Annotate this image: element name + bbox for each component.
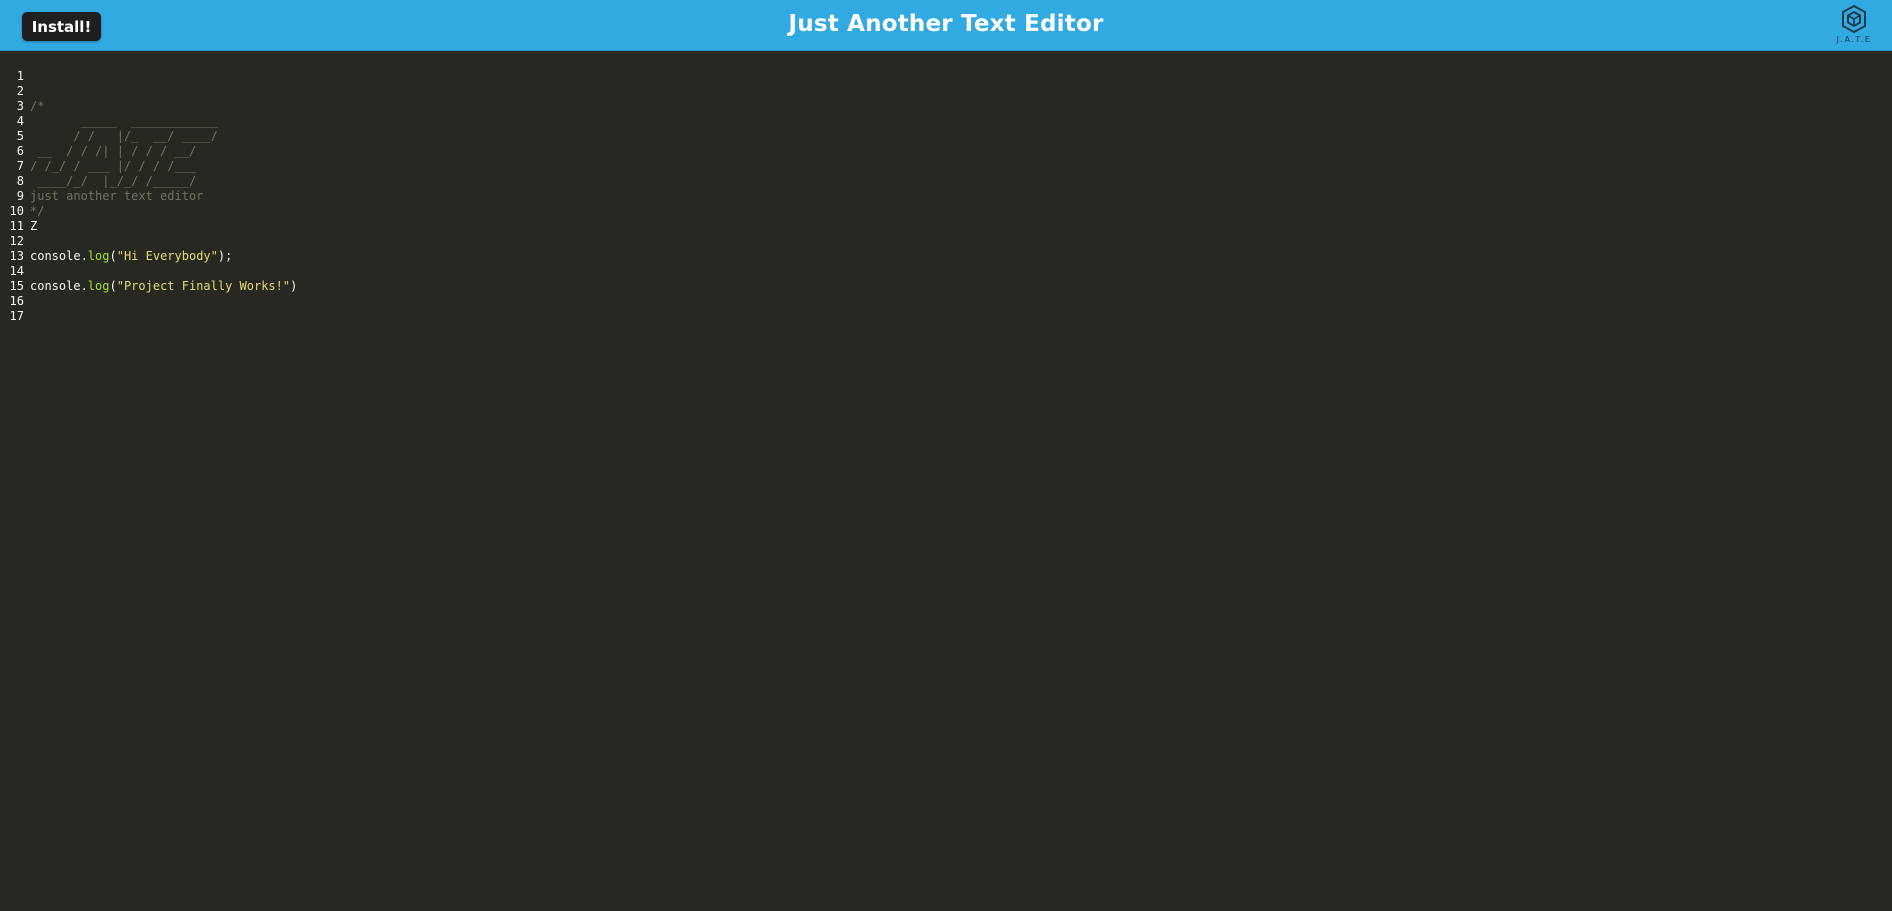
code-comment: */ <box>30 204 45 218</box>
code-editor[interactable]: 1 2 /* 3 _____ ____________ 4 / / |/_ __… <box>0 51 1892 911</box>
code-line: 8 just another text editor <box>0 159 204 203</box>
code-line: 6 / /_/ / ___ |/ / / /___ <box>0 129 196 173</box>
code-paren: ( <box>109 249 117 263</box>
code-comment: / /_/ / ___ |/ / / /___ <box>30 159 197 173</box>
code-line: 5 __ / / /| | / / / __/ <box>0 114 196 158</box>
code-line: 3 _____ ____________ <box>0 84 218 128</box>
code-line: 16 <box>0 279 29 308</box>
line-number: 17 <box>9 309 24 323</box>
code-paren: ) <box>290 279 298 293</box>
code-comment: ____/_/ |_/_/ /_____/ <box>30 174 197 188</box>
code-line: 11 <box>0 204 29 233</box>
code-line: 4 / / |/_ __/ ____/ <box>0 99 218 143</box>
code-line: 2 /* <box>0 69 45 113</box>
logo-text: J.A.T.E <box>1836 35 1872 44</box>
code-string: "Project Finally Works!" <box>116 279 291 293</box>
code-comment: _____ ____________ <box>30 114 218 128</box>
code-statement: console.log("Hi Everybody"); <box>30 249 232 264</box>
code-string: "Hi Everybody" <box>116 249 218 263</box>
code-text: Z <box>30 219 38 233</box>
code-line: 17 <box>0 294 29 323</box>
code-paren: ( <box>109 279 117 293</box>
code-comment: __ / / /| | / / / __/ <box>30 144 197 158</box>
code-line: 1 <box>0 54 29 83</box>
app-title: Just Another Text Editor <box>788 11 1104 37</box>
cube-logo-icon <box>1832 4 1876 34</box>
code-comment: just another text editor <box>30 189 204 203</box>
navbar: Install! Just Another Text Editor J.A.T.… <box>0 0 1892 51</box>
code-line: 9 */ <box>0 174 45 218</box>
code-comment: / / |/_ __/ ____/ <box>30 129 218 143</box>
code-object: console. <box>30 279 88 293</box>
code-method: log <box>87 279 110 293</box>
code-method: log <box>87 249 110 263</box>
code-line: 7 ____/_/ |_/_/ /_____/ <box>0 144 196 188</box>
code-statement: console.log("Project Finally Works!") <box>30 279 297 294</box>
code-line: 12 console.log("Hi Everybody"); <box>0 219 233 263</box>
code-comment: /* <box>30 99 45 113</box>
code-paren: ); <box>217 249 233 263</box>
code-object: console. <box>30 249 88 263</box>
code-line: 13 <box>0 234 29 263</box>
code-line: 14 console.log("Project Finally Works!") <box>0 249 298 293</box>
code-line: 10 Z <box>0 189 38 233</box>
code-line: 15 <box>0 264 29 293</box>
logo: J.A.T.E <box>1832 4 1876 48</box>
